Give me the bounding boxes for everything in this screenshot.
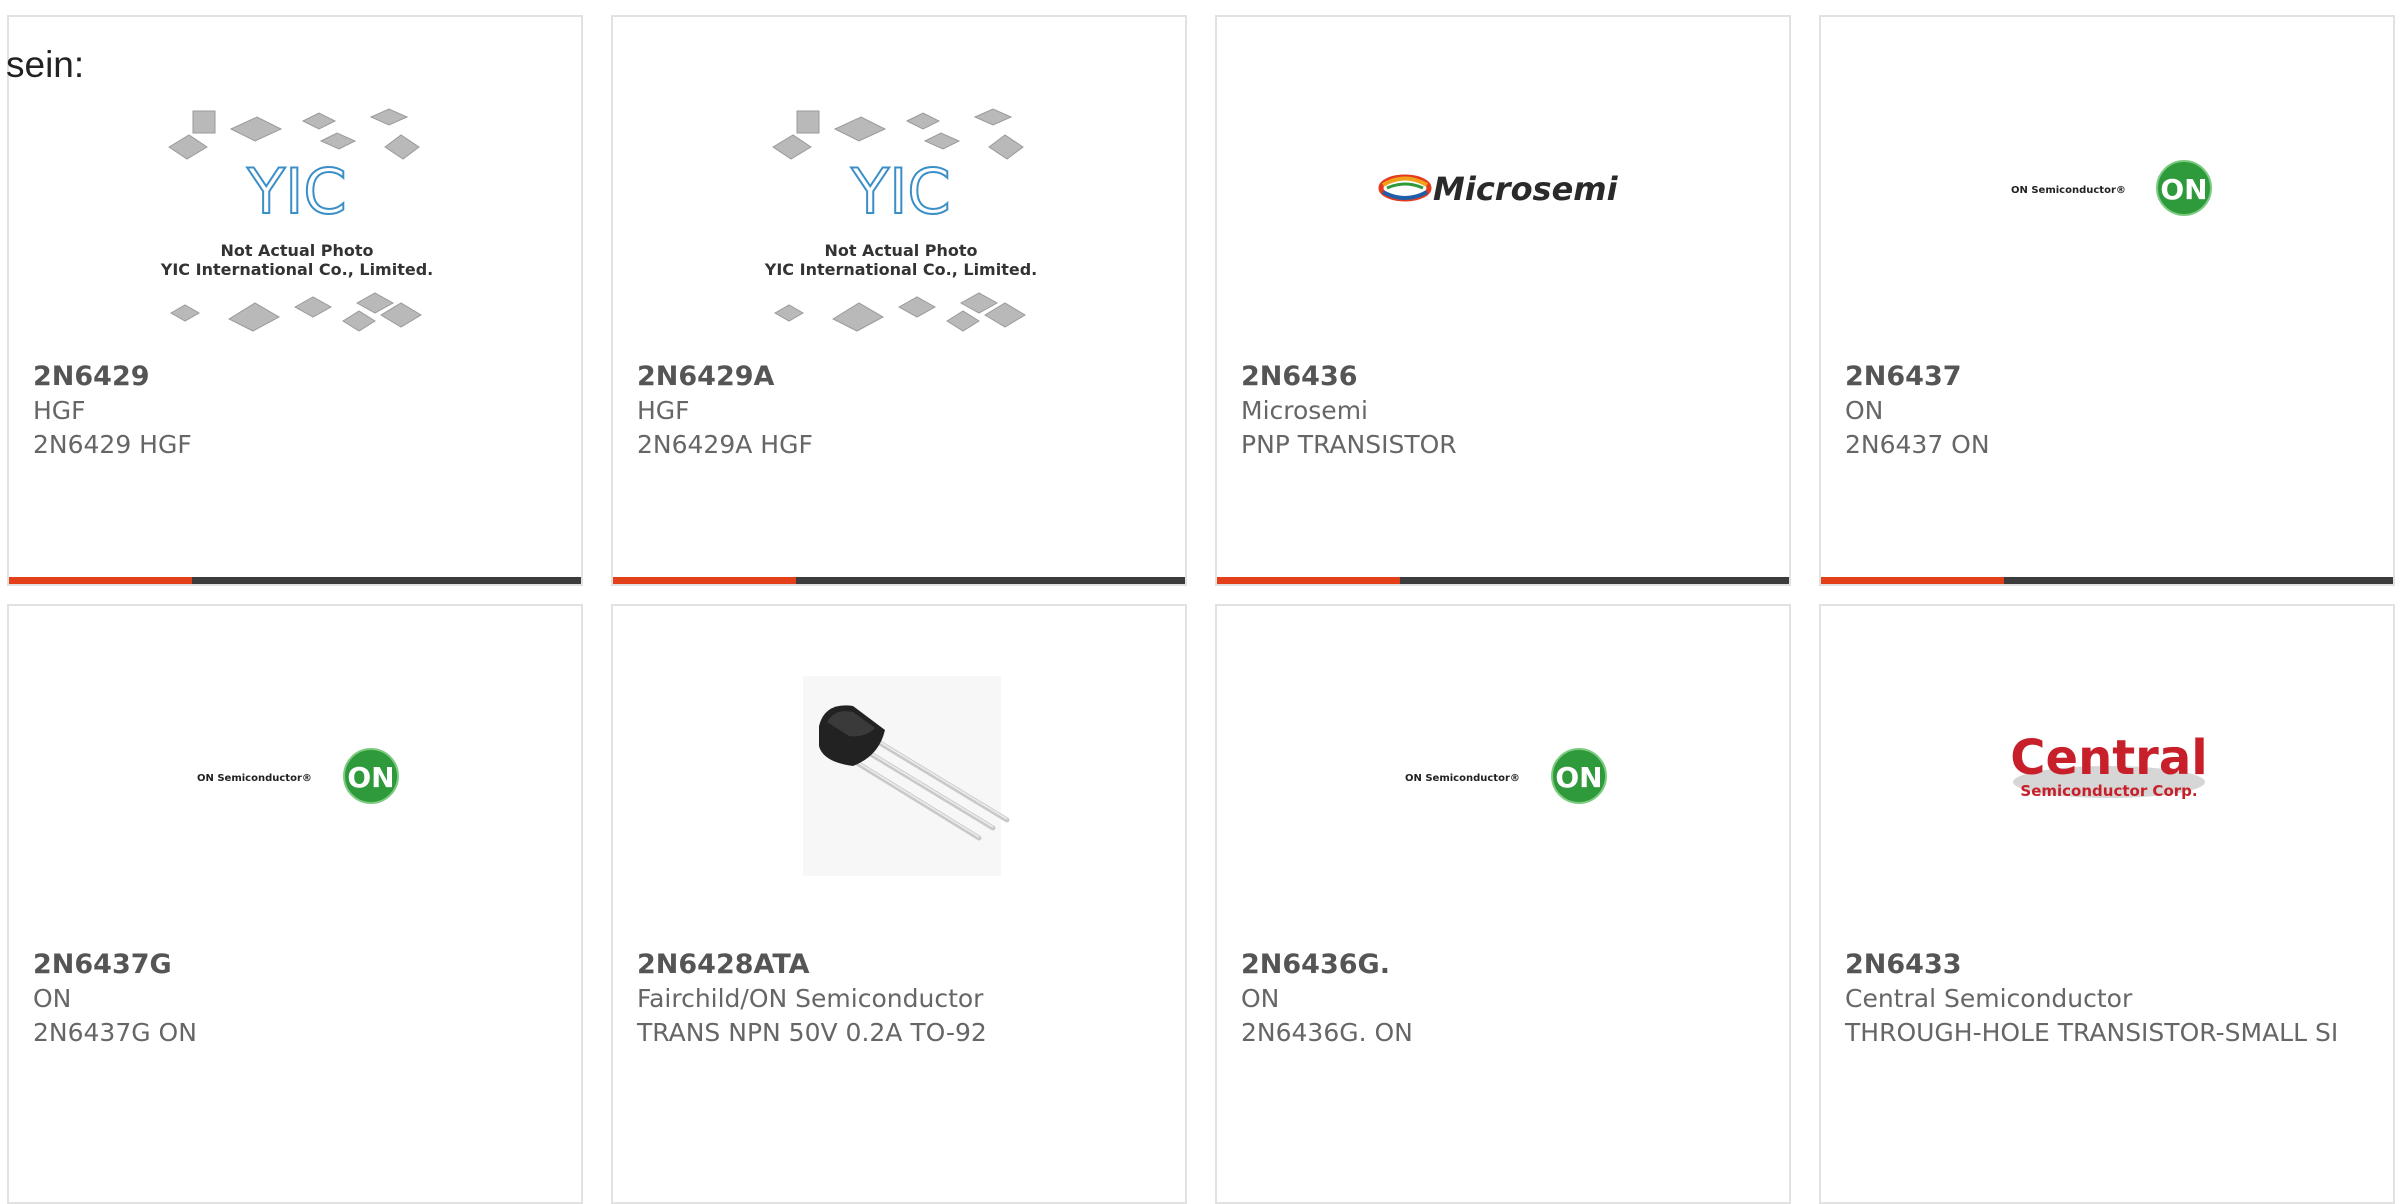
product-image[interactable]: ON Semiconductor® ON	[1217, 606, 1789, 951]
transistor-photo	[803, 676, 1010, 876]
manufacturer: Fairchild/ON Semiconductor	[637, 984, 984, 1013]
card-bar	[613, 577, 1185, 584]
logo-text: ON Semiconductor®	[1405, 773, 1520, 784]
description: 2N6436G. ON	[1241, 1018, 1413, 1047]
part-number[interactable]: 2N6437G	[33, 948, 561, 982]
description: 2N6437G ON	[33, 1018, 197, 1047]
intro-text: sein:	[6, 44, 85, 85]
card-bar-accent	[613, 577, 796, 584]
part-number[interactable]: 2N6436	[1241, 360, 1769, 394]
logo-badge: ON	[2160, 173, 2207, 206]
part-number[interactable]: 2N6428ATA	[637, 948, 1165, 982]
image-caption-2: YIC International Co., Limited.	[764, 260, 1037, 279]
microsemi-logo: Microsemi	[1378, 170, 1619, 208]
logo-text: ON Semiconductor®	[2011, 185, 2126, 196]
part-number[interactable]: 2N6436G.	[1241, 948, 1769, 982]
description: TRANS NPN 50V 0.2A TO-92	[637, 1018, 987, 1047]
product-image[interactable]: YIC Not Actual Photo YIC International C…	[9, 17, 581, 362]
product-image[interactable]: ON Semiconductor® ON	[9, 606, 581, 951]
manufacturer: ON	[33, 984, 72, 1013]
logo-text: ON Semiconductor®	[197, 773, 312, 784]
product-image[interactable]: YIC Not Actual Photo YIC International C…	[613, 17, 1185, 362]
image-caption-1: Not Actual Photo	[824, 241, 977, 260]
description: PNP TRANSISTOR	[1241, 430, 1457, 459]
svg-text:YIC: YIC	[850, 155, 950, 228]
on-semiconductor-logo: ON Semiconductor® ON	[197, 748, 399, 804]
on-semiconductor-logo: ON Semiconductor® ON	[2011, 160, 2212, 216]
logo-badge: ON	[1555, 761, 1602, 794]
card-bar-accent	[9, 577, 192, 584]
logo-text: Central	[2010, 730, 2207, 786]
product-card[interactable]: ON Semiconductor® ON 2N6437G ON 2N6437G …	[7, 604, 583, 1204]
card-bar	[9, 577, 581, 584]
product-card[interactable]: ON Semiconductor® ON 2N6437 ON 2N6437 ON	[1819, 15, 2395, 586]
manufacturer: ON	[1845, 396, 1884, 425]
image-caption-1: Not Actual Photo	[220, 241, 373, 260]
description: 2N6429A HGF	[637, 430, 813, 459]
logo-subtext: Semiconductor Corp.	[2020, 782, 2197, 800]
part-number[interactable]: 2N6433	[1845, 948, 2373, 982]
central-semiconductor-logo: Central Semiconductor Corp.	[2010, 730, 2207, 800]
description: THROUGH-HOLE TRANSISTOR-SMALL SI	[1845, 1018, 2339, 1047]
manufacturer: HGF	[33, 396, 86, 425]
card-bar	[1217, 577, 1789, 584]
logo-badge: ON	[347, 761, 394, 794]
description: 2N6437 ON	[1845, 430, 1990, 459]
part-number[interactable]: 2N6429	[33, 360, 561, 394]
product-image[interactable]	[613, 606, 1185, 951]
part-number[interactable]: 2N6437	[1845, 360, 2373, 394]
manufacturer: Microsemi	[1241, 396, 1368, 425]
product-card[interactable]: YIC Not Actual Photo YIC International C…	[7, 15, 583, 586]
manufacturer: ON	[1241, 984, 1280, 1013]
product-card[interactable]: ON Semiconductor® ON 2N6436G. ON 2N6436G…	[1215, 604, 1791, 1204]
card-bar	[1821, 577, 2393, 584]
product-card[interactable]: Central Semiconductor Corp. 2N6433 Centr…	[1819, 604, 2395, 1204]
product-card[interactable]: 2N6428ATA Fairchild/ON Semiconductor TRA…	[611, 604, 1187, 1204]
manufacturer: Central Semiconductor	[1845, 984, 2133, 1013]
card-bar-accent	[1821, 577, 2004, 584]
card-bar-accent	[1217, 577, 1400, 584]
product-card[interactable]: Microsemi 2N6436 Microsemi PNP TRANSISTO…	[1215, 15, 1791, 586]
product-image[interactable]: Central Semiconductor Corp.	[1821, 606, 2393, 951]
product-image[interactable]: ON Semiconductor® ON	[1821, 17, 2393, 362]
image-caption-2: YIC International Co., Limited.	[160, 260, 433, 279]
manufacturer: HGF	[637, 396, 690, 425]
part-number[interactable]: 2N6429A	[637, 360, 1165, 394]
svg-text:YIC: YIC	[246, 155, 346, 228]
logo-text: Microsemi	[1433, 170, 1619, 208]
product-card[interactable]: YIC Not Actual Photo YIC International C…	[611, 15, 1187, 586]
on-semiconductor-logo: ON Semiconductor® ON	[1405, 748, 1607, 804]
description: 2N6429 HGF	[33, 430, 192, 459]
product-image[interactable]: Microsemi	[1217, 17, 1789, 362]
